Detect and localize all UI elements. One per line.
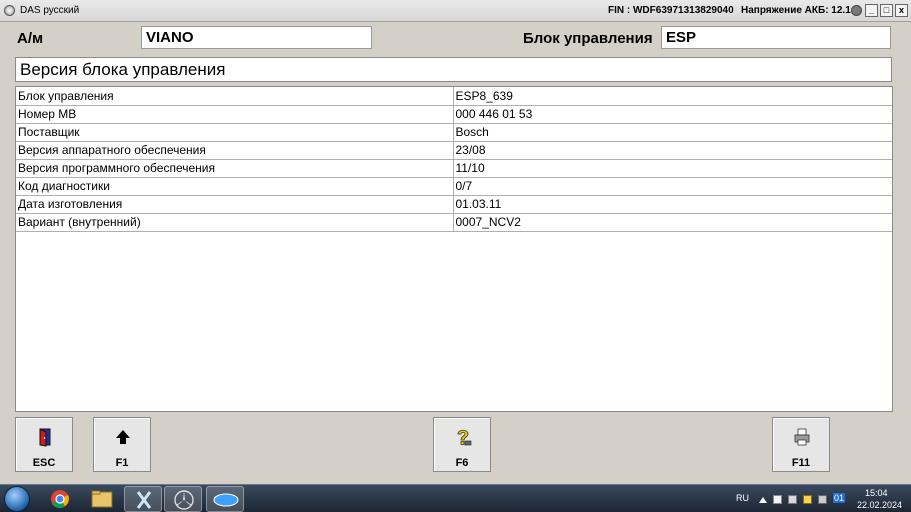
battery-icon[interactable] <box>818 495 827 504</box>
window-titlebar: DAS русский FIN : WDF63971313829040 Напр… <box>0 0 911 22</box>
row-value: 0/7 <box>453 177 892 196</box>
version-table-panel: Блок управления ESP8_639 Номер MB 000 446 0… <box>15 86 893 412</box>
maximize-button[interactable]: □ <box>880 4 893 17</box>
row-key: Дата изготовления <box>16 195 454 214</box>
window-title: DAS русский <box>20 5 80 16</box>
language-indicator[interactable]: RU <box>736 493 749 503</box>
network-icon[interactable] <box>788 495 797 504</box>
row-key: Код диагностики <box>16 177 454 196</box>
show-hidden-icons[interactable] <box>759 497 767 503</box>
row-key: Версия программного обеспечения <box>16 159 454 178</box>
app-icon <box>4 5 15 16</box>
row-value: Bosch <box>453 123 892 142</box>
printer-icon <box>794 428 810 446</box>
clock-date[interactable]: 22.02.2024 <box>857 500 902 510</box>
volume-icon[interactable] <box>803 495 812 504</box>
row-value: 000 446 01 53 <box>453 105 892 124</box>
mercedes-star-icon <box>174 490 194 510</box>
taskbar-app-x[interactable] <box>124 486 162 512</box>
f6-label: F6 <box>455 457 469 469</box>
esc-button[interactable]: ESC <box>15 417 73 472</box>
table-row: Код диагностики 0/7 <box>16 177 892 196</box>
flag-icon[interactable] <box>773 495 782 504</box>
table-row: Версия программного обеспечения 11/10 <box>16 159 892 178</box>
table-row: Дата изготовления 01.03.11 <box>16 195 892 214</box>
exit-door-icon <box>39 428 51 447</box>
row-key: Поставщик <box>16 123 454 142</box>
f1-button[interactable]: F1 <box>93 417 151 472</box>
section-title: Версия блока управления <box>15 57 892 82</box>
folder-icon <box>91 490 113 508</box>
table-row: Вариант (внутренний) 0007_NCV2 <box>16 213 892 232</box>
arrow-up-icon <box>116 430 130 444</box>
row-value: 01.03.11 <box>453 195 892 214</box>
close-button[interactable]: x <box>895 4 908 17</box>
chrome-icon <box>51 490 69 508</box>
cross-app-icon <box>136 491 152 509</box>
help-question-icon <box>457 429 472 446</box>
f6-button[interactable]: F6 <box>433 417 491 472</box>
row-key: Блок управления <box>16 87 454 106</box>
table-row: Версия аппаратного обеспечения 23/08 <box>16 141 892 160</box>
start-button[interactable] <box>4 486 30 512</box>
row-value: ESP8_639 <box>453 87 892 106</box>
row-value: 23/08 <box>453 141 892 160</box>
clock-time[interactable]: 15:04 <box>865 488 888 498</box>
model-label: А/м <box>17 30 44 47</box>
row-value: 11/10 <box>453 159 892 178</box>
row-value: 0007_NCV2 <box>453 213 892 232</box>
version-table: Блок управления ESP8_639 Номер MB 000 446 0… <box>16 87 892 232</box>
minimize-button[interactable]: _ <box>865 4 878 17</box>
model-field: VIANO <box>141 26 372 49</box>
taskbar-das[interactable] <box>164 486 202 512</box>
row-key: Вариант (внутренний) <box>16 213 454 232</box>
xentry-icon <box>213 493 239 507</box>
windows-taskbar: RU 01 15:04 22.02.2024 <box>0 484 911 512</box>
row-key: Версия аппаратного обеспечения <box>16 141 454 160</box>
esc-label: ESC <box>32 457 56 469</box>
info-icon[interactable] <box>851 5 862 16</box>
taskbar-xentry[interactable] <box>206 486 244 512</box>
table-row: Блок управления ESP8_639 <box>16 87 892 106</box>
battery-voltage: Напряжение АКБ: 12.1 V <box>741 5 861 16</box>
taskbar-explorer[interactable] <box>83 486 121 512</box>
f11-label: F11 <box>791 457 811 469</box>
table-row: Поставщик Bosch <box>16 123 892 142</box>
f1-label: F1 <box>115 457 129 469</box>
taskbar-chrome[interactable] <box>41 486 79 512</box>
table-row: Номер MB 000 446 01 53 <box>16 105 892 124</box>
f11-button[interactable]: F11 <box>772 417 830 472</box>
control-unit-label: Блок управления <box>523 30 653 47</box>
fin-label: FIN : WDF63971313829040 <box>608 5 734 16</box>
control-unit-field: ESP <box>661 26 891 49</box>
tray-badge[interactable]: 01 <box>833 493 846 503</box>
row-key: Номер MB <box>16 105 454 124</box>
